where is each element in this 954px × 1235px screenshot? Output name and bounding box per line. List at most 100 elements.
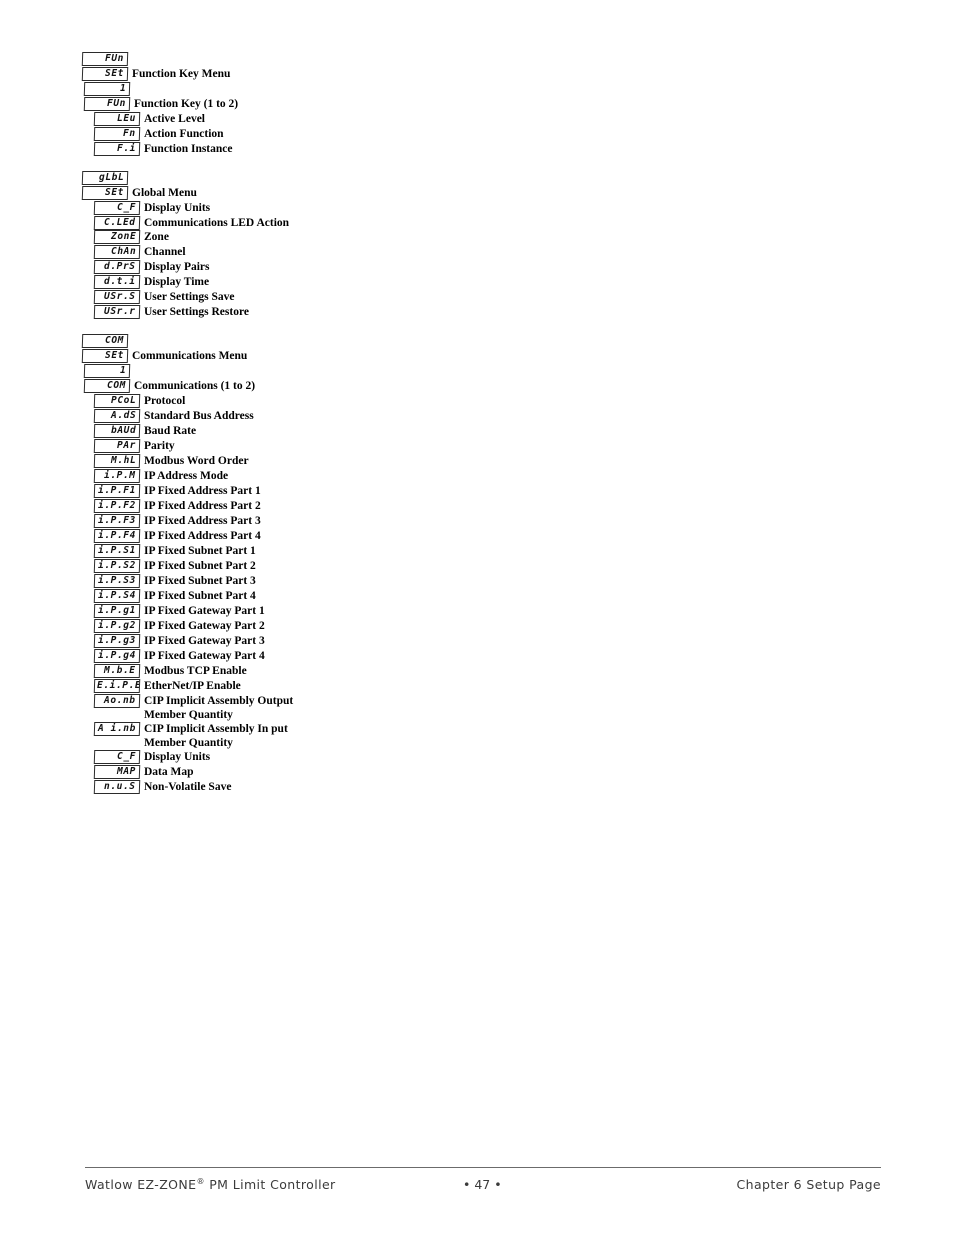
footer-product-name: Watlow EZ-ZONE® PM Limit Controller [85,1177,336,1192]
menu-row-label: IP Address Mode [144,470,229,482]
seven-segment-display: COM [83,379,131,393]
menu-row-label: Communications LED Action [144,217,290,229]
menu-row-label: Active Level [144,113,205,125]
menu-row[interactable]: i.P.F3 IP Fixed Address Part 3 [82,514,562,529]
menu-row-label: Action Function [144,128,224,140]
menu-row[interactable]: 1 [82,364,562,379]
menu-row[interactable]: i.P.g3 IP Fixed Gateway Part 3 [82,634,562,649]
menu-row[interactable]: MAP Data Map [82,765,562,780]
menu-row-label: User Settings Save [144,291,235,303]
seven-segment-display: PAr [93,439,141,453]
menu-row-label: CIP Implicit Assembly In put Member Quan… [144,723,288,749]
menu-group-global-menu: gLbL SEt Global Menu C_F Display Units C.LEd C… [81,171,562,320]
menu-row[interactable]: d.t.i Display Time [82,275,562,290]
menu-row-label: IP Fixed Address Part 2 [144,500,261,512]
menu-row[interactable]: COM [81,334,562,349]
menu-row-label: Function Key (1 to 2) [134,98,239,110]
menu-row-label: IP Fixed Subnet Part 1 [144,545,256,557]
menu-row[interactable]: i.P.S3 IP Fixed Subnet Part 3 [82,574,562,589]
menu-row[interactable]: i.P.g2 IP Fixed Gateway Part 2 [82,619,562,634]
seven-segment-display: i.P.g1 [93,604,141,618]
menu-row-label: Channel [144,246,186,258]
seven-segment-display: USr.S [93,290,141,304]
menu-row[interactable]: SEt Global Menu [81,186,562,201]
menu-row[interactable]: Fn Action Function [82,127,562,142]
menu-row-label: IP Fixed Address Part 4 [144,530,261,542]
seven-segment-display: A.dS [93,409,141,423]
menu-row-label: IP Fixed Address Part 3 [144,515,261,527]
menu-row[interactable]: E.i.P.E EtherNet/IP Enable [82,679,562,694]
menu-row-label: Standard Bus Address [144,410,254,422]
menu-row[interactable]: i.P.g1 IP Fixed Gateway Part 1 [82,604,562,619]
menu-row[interactable]: C_F Display Units [82,201,562,216]
menu-row-label: Parity [144,440,175,452]
seven-segment-display: F.i [93,142,141,156]
footer-product-post: PM Limit Controller [204,1177,336,1193]
seven-segment-display: SEt [81,67,129,81]
seven-segment-display: 1 [83,364,131,378]
menu-row-label: IP Fixed Subnet Part 4 [144,590,256,602]
menu-row[interactable]: FUn Function Key (1 to 2) [82,97,562,112]
footer-chapter: Chapter 6 Setup Page [736,1177,881,1192]
menu-row[interactable]: FUn [81,52,562,67]
menu-row[interactable]: ZonE Zone [82,230,562,245]
menu-row-label: IP Fixed Gateway Part 1 [144,605,265,617]
seven-segment-display: COM [81,334,129,348]
menu-row[interactable]: PAr Parity [82,439,562,454]
menu-row[interactable]: COM Communications (1 to 2) [82,379,562,394]
menu-row-label: IP Fixed Address Part 1 [144,485,261,497]
menu-row[interactable]: i.P.F1 IP Fixed Address Part 1 [82,484,562,499]
menu-row[interactable]: C_F Display Units [82,750,562,765]
seven-segment-display: 1 [83,82,131,96]
menu-row[interactable]: SEt Function Key Menu [81,67,562,82]
menu-row[interactable]: bAUd Baud Rate [82,424,562,439]
seven-segment-display: C_F [93,750,141,764]
menu-row[interactable]: gLbL [81,171,562,186]
menu-row[interactable]: LEu Active Level [82,112,562,127]
menu-row-label: CIP Implicit Assembly Output Member Quan… [144,695,294,721]
menu-row[interactable]: 1 [82,82,562,97]
menu-row[interactable]: USr.S User Settings Save [82,290,562,305]
menu-row-label: Global Menu [132,187,197,199]
menu-row[interactable]: i.P.S1 IP Fixed Subnet Part 1 [82,544,562,559]
menu-group-communications-menu: COM SEt Communications Menu 1 COM Communicati… [81,334,562,795]
menu-row[interactable]: SEt Communications Menu [81,349,562,364]
seven-segment-display: M.hL [93,454,141,468]
menu-row[interactable]: Ao.nb CIP Implicit Assembly Output Member… [82,694,562,722]
seven-segment-display: C_F [93,201,141,215]
menu-row[interactable]: i.P.g4 IP Fixed Gateway Part 4 [82,649,562,664]
menu-row[interactable]: USr.r User Settings Restore [82,305,562,320]
menu-row[interactable]: A i.nb CIP Implicit Assembly In put Membe… [82,722,562,750]
menu-row-label: Zone [144,231,169,243]
menu-row-label: IP Fixed Subnet Part 2 [144,560,256,572]
menu-row[interactable]: ChAn Channel [82,245,562,260]
menu-row[interactable]: PCoL Protocol [82,394,562,409]
menu-group-function-key-menu: FUn SEt Function Key Menu 1 FUn Function Key … [81,52,562,157]
menu-row[interactable]: i.P.S4 IP Fixed Subnet Part 4 [82,589,562,604]
menu-row[interactable]: i.P.S2 IP Fixed Subnet Part 2 [82,559,562,574]
menu-row-label: Display Pairs [144,261,210,273]
menu-row[interactable]: A.dS Standard Bus Address [82,409,562,424]
menu-row-label: User Settings Restore [144,306,249,318]
seven-segment-display: i.P.g2 [93,619,141,633]
seven-segment-display: i.P.F3 [93,514,141,528]
seven-segment-display: i.P.F4 [93,529,141,543]
seven-segment-display: i.P.g3 [93,634,141,648]
menu-row[interactable]: M.b.E Modbus TCP Enable [82,664,562,679]
seven-segment-display: PCoL [93,394,141,408]
menu-row[interactable]: n.u.S Non-Volatile Save [82,780,562,795]
footer-divider [85,1167,881,1168]
seven-segment-display: C.LEd [93,216,141,230]
menu-row[interactable]: M.hL Modbus Word Order [82,454,562,469]
menu-row-label: Data Map [144,766,194,778]
menu-row[interactable]: i.P.F4 IP Fixed Address Part 4 [82,529,562,544]
menu-row[interactable]: C.LEd Communications LED Action [82,216,562,230]
seven-segment-display: i.P.S2 [93,559,141,573]
menu-row[interactable]: d.PrS Display Pairs [82,260,562,275]
seven-segment-display: i.P.F2 [93,499,141,513]
seven-segment-display: i.P.S1 [93,544,141,558]
menu-row[interactable]: i.P.F2 IP Fixed Address Part 2 [82,499,562,514]
menu-row[interactable]: i.P.M IP Address Mode [82,469,562,484]
menu-row[interactable]: F.i Function Instance [82,142,562,157]
seven-segment-display: i.P.S3 [93,574,141,588]
